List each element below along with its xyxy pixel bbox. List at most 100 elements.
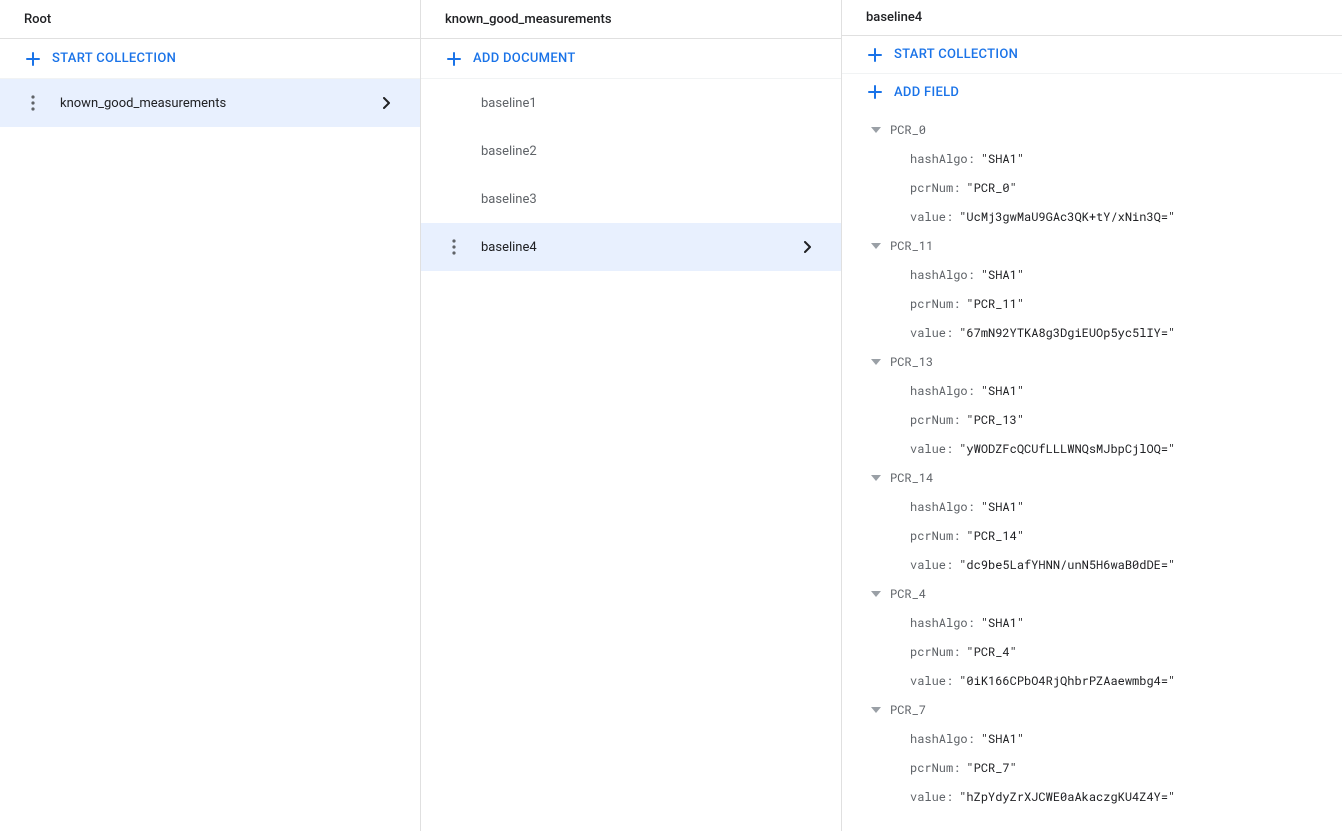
field-node-name: PCR_4 — [890, 586, 926, 602]
field-value: "PCR_14" — [966, 528, 1024, 544]
field-leaf[interactable]: pcrNum:"PCR_4" — [842, 637, 1342, 666]
column-header-document: baseline4 — [842, 0, 1342, 36]
field-node-name: PCR_11 — [890, 238, 933, 254]
field-node[interactable]: PCR_4 — [842, 579, 1342, 608]
add-document-button[interactable]: ADD DOCUMENT — [421, 39, 841, 79]
column-title: known_good_measurements — [445, 12, 612, 27]
field-value: "dc9be5LafYHNN/unN5H6waB0dDE=" — [959, 557, 1175, 573]
field-value: "SHA1" — [981, 731, 1024, 747]
field-value: "PCR_4" — [966, 644, 1016, 660]
caret-down-icon[interactable] — [866, 120, 886, 140]
plus-icon — [445, 50, 463, 68]
field-leaf[interactable]: hashAlgo:"SHA1" — [842, 144, 1342, 173]
start-collection-button[interactable]: START COLLECTION — [0, 39, 420, 79]
plus-icon — [866, 46, 884, 64]
column-root: Root START COLLECTION known_good_measure… — [0, 0, 421, 831]
collection-item[interactable]: known_good_measurements — [0, 79, 420, 127]
add-field-button[interactable]: ADD FIELD — [842, 74, 1342, 111]
field-leaf[interactable]: hashAlgo:"SHA1" — [842, 608, 1342, 637]
field-leaf[interactable]: hashAlgo:"SHA1" — [842, 376, 1342, 405]
field-node-name: PCR_13 — [890, 354, 933, 370]
field-value: "SHA1" — [981, 615, 1024, 631]
action-label: ADD DOCUMENT — [473, 51, 576, 66]
field-value: "67mN92YTKA8g3DgiEUOp5yc5lIY=" — [959, 325, 1175, 341]
field-key: hashAlgo — [910, 615, 968, 631]
field-key: pcrNum — [910, 412, 953, 428]
document-item-label: baseline2 — [481, 144, 817, 159]
field-value: "SHA1" — [981, 267, 1024, 283]
field-value: "SHA1" — [981, 151, 1024, 167]
field-node[interactable]: PCR_11 — [842, 231, 1342, 260]
field-value: "UcMj3gwMaU9GAc3QK+tY/xNin3Q=" — [959, 209, 1175, 225]
collection-item-label: known_good_measurements — [60, 96, 378, 111]
plus-icon — [866, 83, 884, 101]
field-node-name: PCR_14 — [890, 470, 933, 486]
field-leaf[interactable]: value:"yWODZFcQCUfLLLWNQsMJbpCjlOQ=" — [842, 434, 1342, 463]
field-key: pcrNum — [910, 296, 953, 312]
field-value: "PCR_11" — [966, 296, 1024, 312]
field-leaf[interactable]: pcrNum:"PCR_11" — [842, 289, 1342, 318]
field-key: pcrNum — [910, 644, 953, 660]
field-leaf[interactable]: value:"hZpYdyZrXJCWE0aAkaczgKU4Z4Y=" — [842, 782, 1342, 811]
field-leaf[interactable]: pcrNum:"PCR_14" — [842, 521, 1342, 550]
caret-down-icon[interactable] — [866, 236, 886, 256]
field-leaf[interactable]: hashAlgo:"SHA1" — [842, 724, 1342, 753]
field-key: pcrNum — [910, 180, 953, 196]
field-value: "yWODZFcQCUfLLLWNQsMJbpCjlOQ=" — [959, 441, 1175, 457]
document-item[interactable]: baseline3 — [421, 175, 841, 223]
field-value: "PCR_7" — [966, 760, 1016, 776]
column-title: baseline4 — [866, 10, 922, 25]
field-key: value — [910, 441, 946, 457]
field-leaf[interactable]: pcrNum:"PCR_7" — [842, 753, 1342, 782]
start-collection-button[interactable]: START COLLECTION — [842, 36, 1342, 73]
field-value: "SHA1" — [981, 383, 1024, 399]
document-item[interactable]: baseline4 — [421, 223, 841, 271]
document-item-label: baseline3 — [481, 192, 817, 207]
document-item-label: baseline1 — [481, 96, 817, 111]
field-value: "PCR_13" — [966, 412, 1024, 428]
field-node-name: PCR_7 — [890, 702, 926, 718]
action-label: ADD FIELD — [894, 85, 959, 100]
field-node[interactable]: PCR_13 — [842, 347, 1342, 376]
field-key: value — [910, 557, 946, 573]
field-value: "PCR_0" — [966, 180, 1016, 196]
more-vert-icon[interactable] — [445, 238, 463, 256]
field-node-name: PCR_0 — [890, 122, 926, 138]
column-collection: known_good_measurements ADD DOCUMENT bas… — [421, 0, 842, 831]
caret-down-icon[interactable] — [866, 352, 886, 372]
field-leaf[interactable]: value:"0iK166CPbO4RjQhbrPZAaewmbg4=" — [842, 666, 1342, 695]
field-key: hashAlgo — [910, 499, 968, 515]
action-label: START COLLECTION — [52, 51, 176, 66]
field-key: value — [910, 325, 946, 341]
field-leaf[interactable]: value:"dc9be5LafYHNN/unN5H6waB0dDE=" — [842, 550, 1342, 579]
field-key: hashAlgo — [910, 267, 968, 283]
field-value: "hZpYdyZrXJCWE0aAkaczgKU4Z4Y=" — [959, 789, 1175, 805]
field-leaf[interactable]: pcrNum:"PCR_13" — [842, 405, 1342, 434]
field-leaf[interactable]: value:"UcMj3gwMaU9GAc3QK+tY/xNin3Q=" — [842, 202, 1342, 231]
field-leaf[interactable]: hashAlgo:"SHA1" — [842, 492, 1342, 521]
chevron-right-icon — [378, 94, 396, 112]
document-item-label: baseline4 — [481, 240, 799, 255]
field-node[interactable]: PCR_7 — [842, 695, 1342, 724]
document-item[interactable]: baseline1 — [421, 79, 841, 127]
plus-icon — [24, 50, 42, 68]
document-item[interactable]: baseline2 — [421, 127, 841, 175]
field-node[interactable]: PCR_0 — [842, 115, 1342, 144]
field-value: "SHA1" — [981, 499, 1024, 515]
field-key: value — [910, 673, 946, 689]
field-key: value — [910, 789, 946, 805]
field-leaf[interactable]: hashAlgo:"SHA1" — [842, 260, 1342, 289]
field-leaf[interactable]: pcrNum:"PCR_0" — [842, 173, 1342, 202]
caret-down-icon[interactable] — [866, 468, 886, 488]
caret-down-icon[interactable] — [866, 584, 886, 604]
field-node[interactable]: PCR_14 — [842, 463, 1342, 492]
column-header-collection: known_good_measurements — [421, 0, 841, 39]
field-key: pcrNum — [910, 528, 953, 544]
field-key: hashAlgo — [910, 151, 968, 167]
field-value: "0iK166CPbO4RjQhbrPZAaewmbg4=" — [959, 673, 1175, 689]
more-vert-icon[interactable] — [24, 94, 42, 112]
field-key: hashAlgo — [910, 383, 968, 399]
field-key: pcrNum — [910, 760, 953, 776]
caret-down-icon[interactable] — [866, 700, 886, 720]
field-leaf[interactable]: value:"67mN92YTKA8g3DgiEUOp5yc5lIY=" — [842, 318, 1342, 347]
